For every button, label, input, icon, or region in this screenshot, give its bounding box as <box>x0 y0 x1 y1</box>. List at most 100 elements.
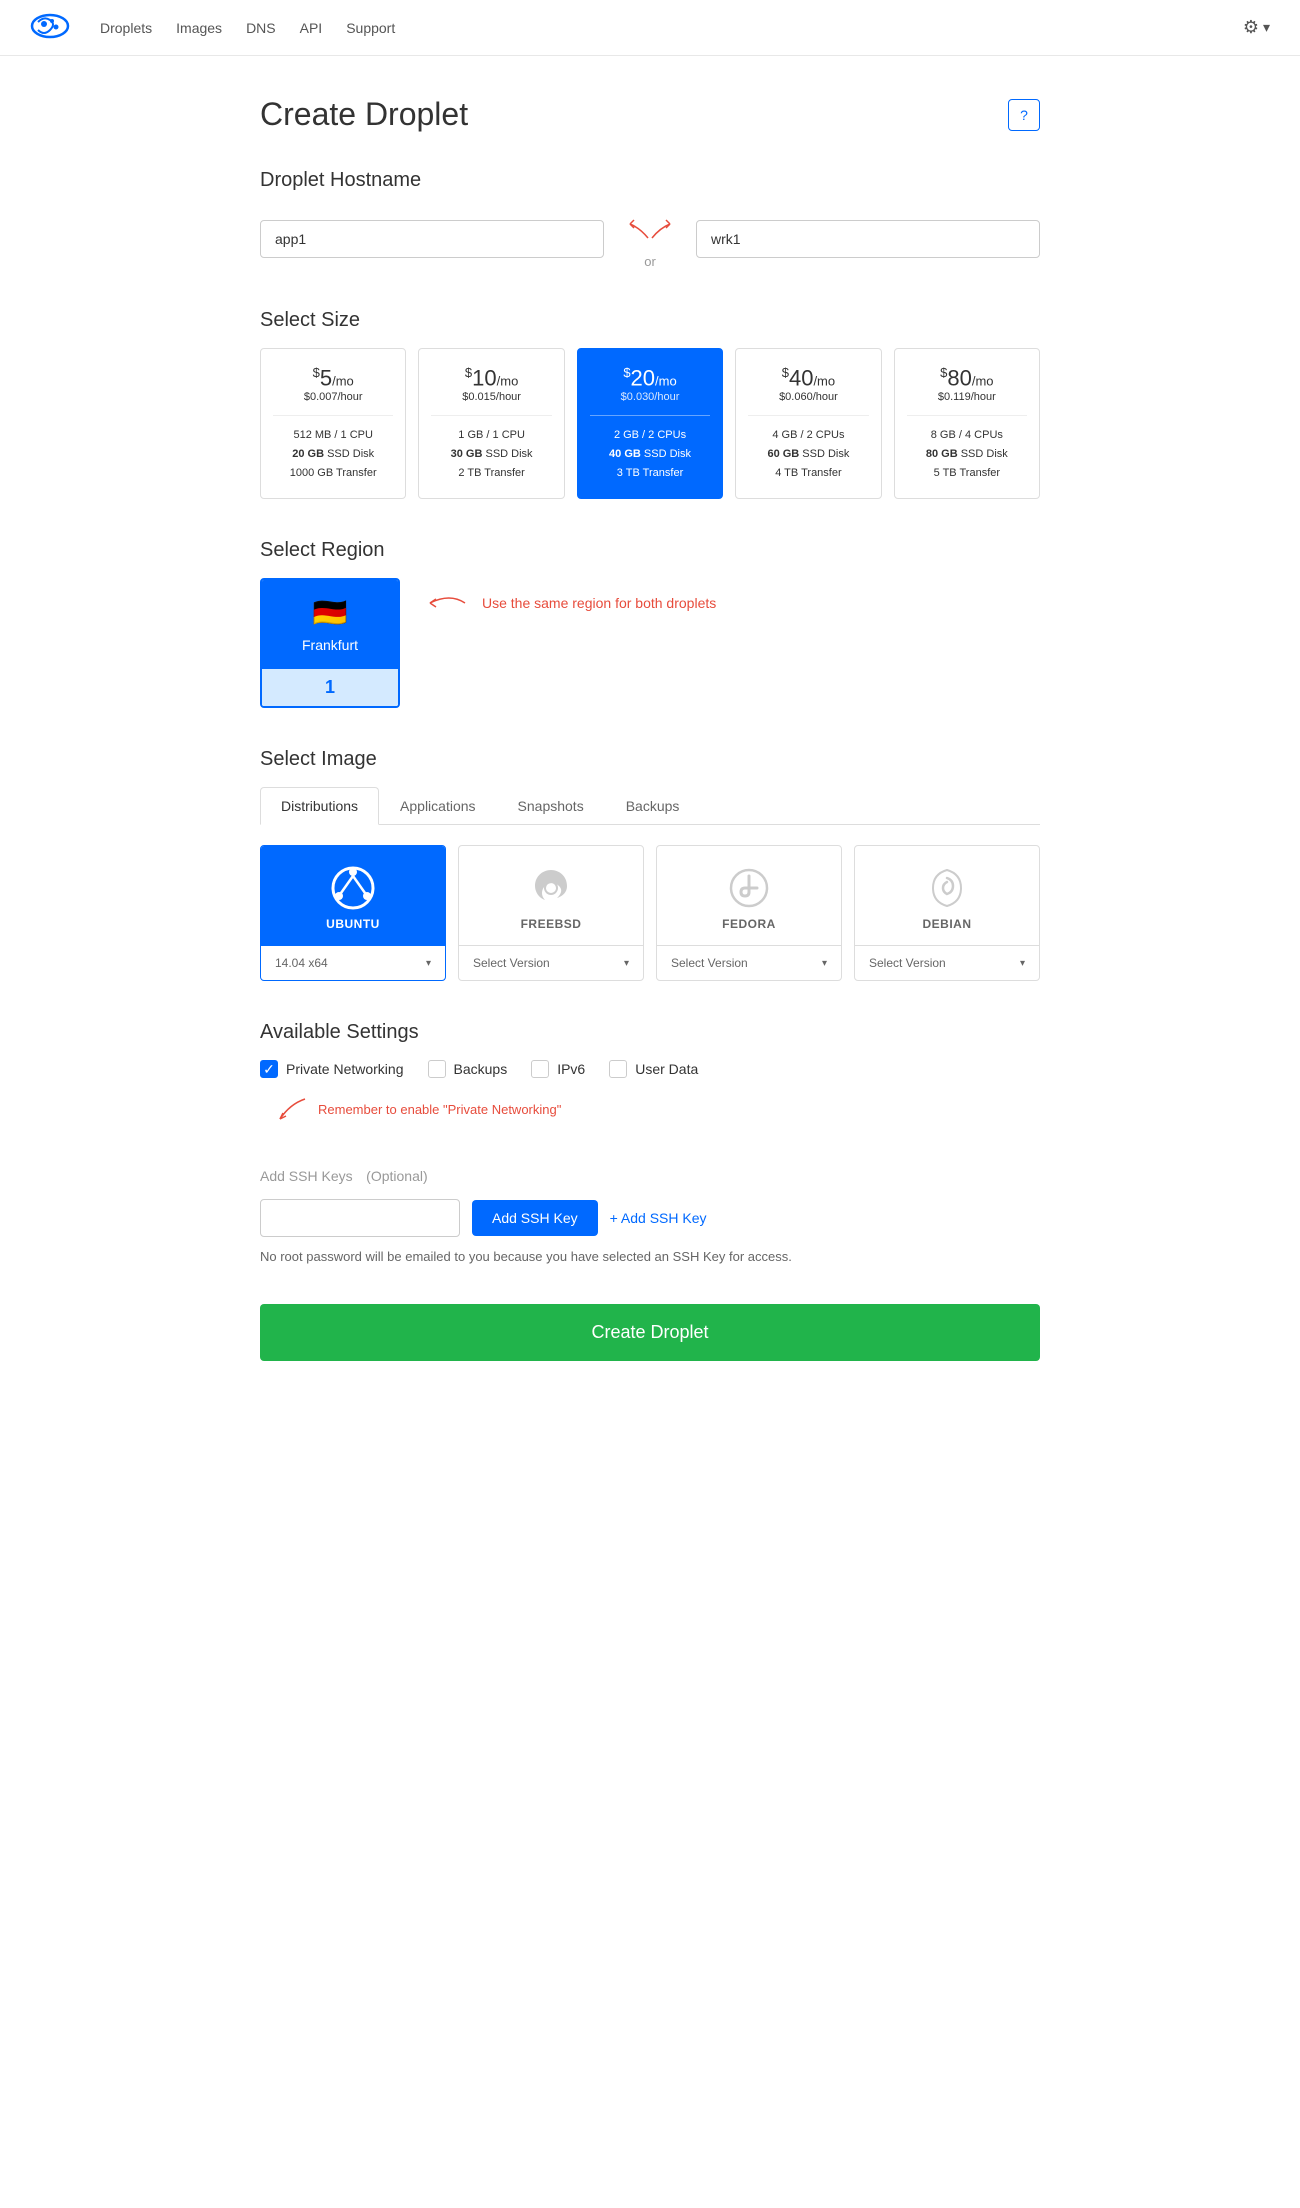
image-card-ubuntu[interactable]: UBUNTU 14.04 x64 ▾ <box>260 845 446 981</box>
image-card-bottom[interactable]: Select Version ▾ <box>657 945 841 980</box>
version-label: Select Version <box>473 956 550 970</box>
checkbox-2[interactable] <box>531 1060 549 1078</box>
settings-menu[interactable]: ⚙ ▾ <box>1243 17 1270 38</box>
settings-row: ✓ Private Networking Backups IPv6 User D… <box>260 1060 1040 1078</box>
settings-annotation-text: Remember to enable "Private Networking" <box>318 1102 561 1117</box>
nav-images[interactable]: Images <box>176 20 222 36</box>
version-select[interactable]: ▾ <box>822 958 827 969</box>
image-card-freebsd[interactable]: FREEBSD Select Version ▾ <box>458 845 644 981</box>
gear-icon: ⚙ <box>1243 17 1259 38</box>
version-select[interactable]: ▾ <box>624 958 629 969</box>
chevron-down-icon: ▾ <box>1020 958 1025 969</box>
image-tab-snapshots[interactable]: Snapshots <box>497 787 605 825</box>
chevron-down-icon: ▾ <box>426 958 431 969</box>
image-card-top: DEBIAN <box>855 846 1039 945</box>
size-specs: 8 GB / 4 CPUs 80 GB SSD Disk 5 TB Transf… <box>907 426 1027 482</box>
image-card-fedora[interactable]: FEDORA Select Version ▾ <box>656 845 842 981</box>
distro-icon-debian <box>871 866 1023 917</box>
image-card-bottom[interactable]: 14.04 x64 ▾ <box>261 945 445 980</box>
settings-arrow-icon <box>270 1094 310 1124</box>
size-card-40[interactable]: $40/mo $0.060/hour 4 GB / 2 CPUs 60 GB S… <box>735 348 881 499</box>
image-card-bottom[interactable]: Select Version ▾ <box>459 945 643 980</box>
region-annotation-text: Use the same region for both droplets <box>482 595 716 611</box>
image-card-top: UBUNTU <box>261 846 445 945</box>
size-section: Select Size $5/mo $0.007/hour 512 MB / 1… <box>260 309 1040 499</box>
page-header: Create Droplet ? <box>260 96 1040 133</box>
checkbox-3[interactable] <box>609 1060 627 1078</box>
checkbox-label-3: User Data <box>635 1061 698 1077</box>
image-section-title: Select Image <box>260 748 1040 771</box>
nav-chevron-icon: ▾ <box>1263 19 1270 36</box>
image-name: DEBIAN <box>871 917 1023 931</box>
image-section: Select Image DistributionsApplicationsSn… <box>260 748 1040 981</box>
region-card-top: 🇩🇪 Frankfurt <box>262 580 398 669</box>
size-card-20[interactable]: $20/mo $0.030/hour 2 GB / 2 CPUs 40 GB S… <box>577 348 723 499</box>
nav-dns[interactable]: DNS <box>246 20 276 36</box>
region-section-title: Select Region <box>260 539 1040 562</box>
settings-section-title: Available Settings <box>260 1021 1040 1044</box>
region-arrow-icon <box>420 588 470 618</box>
nav-support[interactable]: Support <box>346 20 395 36</box>
image-card-top: FEDORA <box>657 846 841 945</box>
nav-droplets[interactable]: Droplets <box>100 20 152 36</box>
region-card-frankfurt[interactable]: 🇩🇪 Frankfurt 1 <box>260 578 400 708</box>
hostname-input-2[interactable] <box>696 220 1040 258</box>
version-label: 14.04 x64 <box>275 956 328 970</box>
image-tab-distributions[interactable]: Distributions <box>260 787 379 825</box>
version-label: Select Version <box>869 956 946 970</box>
version-label: Select Version <box>671 956 748 970</box>
hostname-section: Droplet Hostname or <box>260 169 1040 269</box>
logo[interactable] <box>30 12 70 43</box>
main-content: Create Droplet ? Droplet Hostname or Sel… <box>240 56 1060 1421</box>
add-ssh-key-link[interactable]: + Add SSH Key <box>610 1210 707 1226</box>
add-ssh-key-button[interactable]: Add SSH Key <box>472 1200 598 1236</box>
ssh-note: No root password will be emailed to you … <box>260 1249 1040 1264</box>
checkbox-item-ipv6[interactable]: IPv6 <box>531 1060 585 1078</box>
image-card-debian[interactable]: DEBIAN Select Version ▾ <box>854 845 1040 981</box>
size-card-80[interactable]: $80/mo $0.119/hour 8 GB / 4 CPUs 80 GB S… <box>894 348 1040 499</box>
ssh-input[interactable] <box>260 1199 460 1237</box>
size-card-5[interactable]: $5/mo $0.007/hour 512 MB / 1 CPU 20 GB S… <box>260 348 406 499</box>
distro-icon-ubuntu <box>277 866 429 917</box>
size-cards: $5/mo $0.007/hour 512 MB / 1 CPU 20 GB S… <box>260 348 1040 499</box>
or-divider: or <box>620 208 680 269</box>
size-hourly: $0.007/hour <box>273 391 393 403</box>
checkbox-label-1: Backups <box>454 1061 508 1077</box>
image-name: FREEBSD <box>475 917 627 931</box>
checkbox-item-private-networking[interactable]: ✓ Private Networking <box>260 1060 404 1078</box>
size-section-title: Select Size <box>260 309 1040 332</box>
size-hourly: $0.030/hour <box>590 391 710 403</box>
version-select[interactable]: ▾ <box>1020 958 1025 969</box>
region-card-count: 1 <box>262 669 398 706</box>
checkbox-0[interactable]: ✓ <box>260 1060 278 1078</box>
image-card-bottom[interactable]: Select Version ▾ <box>855 945 1039 980</box>
hostname-section-title: Droplet Hostname <box>260 169 1040 192</box>
navbar: Droplets Images DNS API Support ⚙ ▾ <box>0 0 1300 56</box>
image-name: UBUNTU <box>277 917 429 931</box>
nav-api[interactable]: API <box>300 20 323 36</box>
region-section: Select Region 🇩🇪 Frankfurt 1 Use the sam… <box>260 539 1040 708</box>
image-tab-applications[interactable]: Applications <box>379 787 497 825</box>
ssh-optional-label: (Optional) <box>366 1168 427 1184</box>
size-specs: 512 MB / 1 CPU 20 GB SSD Disk 1000 GB Tr… <box>273 426 393 482</box>
size-price: $20/mo <box>590 365 710 391</box>
checkbox-label-2: IPv6 <box>557 1061 585 1077</box>
size-price: $40/mo <box>748 365 868 391</box>
settings-annotation: Remember to enable "Private Networking" <box>260 1094 1040 1124</box>
size-card-10[interactable]: $10/mo $0.015/hour 1 GB / 1 CPU 30 GB SS… <box>418 348 564 499</box>
hostname-input-1[interactable] <box>260 220 604 258</box>
create-droplet-button[interactable]: Create Droplet <box>260 1304 1040 1361</box>
image-tab-backups[interactable]: Backups <box>605 787 701 825</box>
size-specs: 4 GB / 2 CPUs 60 GB SSD Disk 4 TB Transf… <box>748 426 868 482</box>
settings-section: Available Settings ✓ Private Networking … <box>260 1021 1040 1124</box>
checkbox-label-0: Private Networking <box>286 1061 404 1077</box>
size-price: $80/mo <box>907 365 1027 391</box>
ssh-section: Add SSH Keys (Optional) Add SSH Key + Ad… <box>260 1164 1040 1264</box>
checkbox-1[interactable] <box>428 1060 446 1078</box>
help-button[interactable]: ? <box>1008 99 1040 131</box>
checkbox-item-user-data[interactable]: User Data <box>609 1060 698 1078</box>
page-title: Create Droplet <box>260 96 468 133</box>
checkbox-item-backups[interactable]: Backups <box>428 1060 508 1078</box>
region-flag: 🇩🇪 <box>278 596 382 629</box>
size-price: $5/mo <box>273 365 393 391</box>
